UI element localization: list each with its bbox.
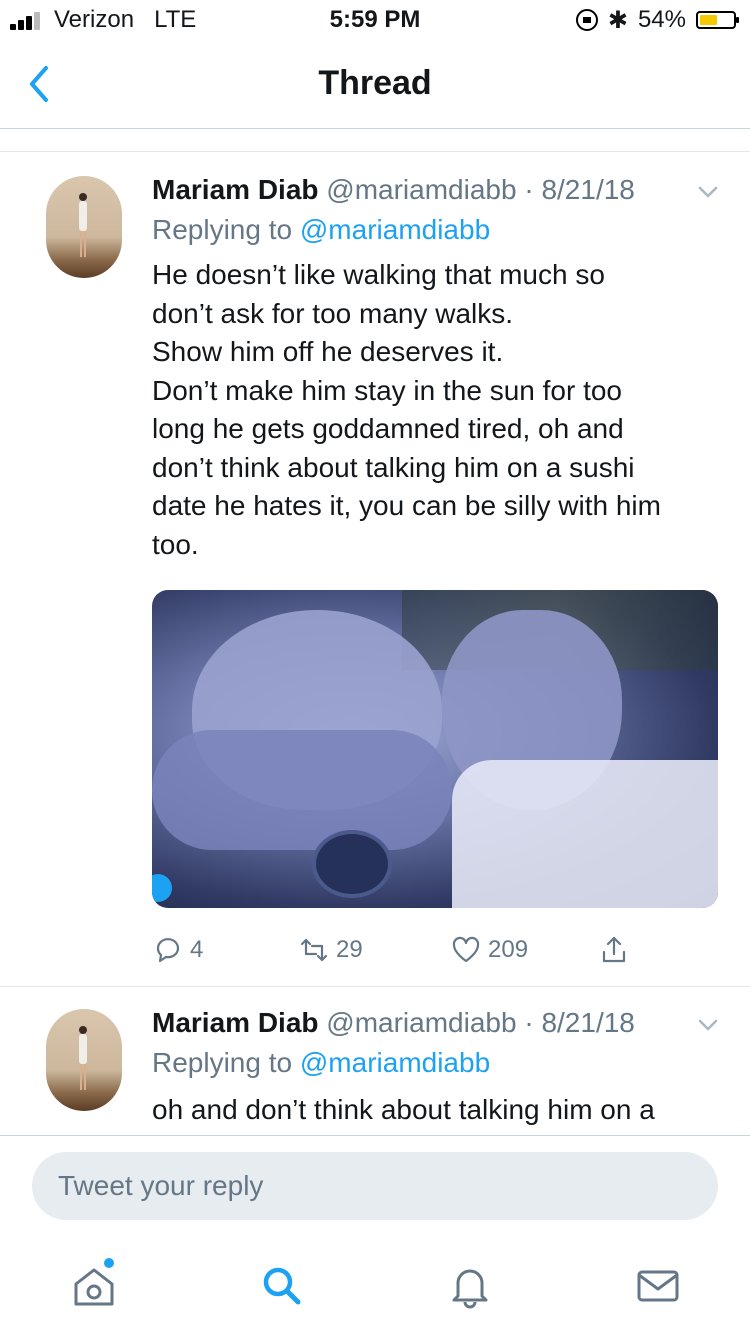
replying-label: Replying to: [152, 1047, 293, 1078]
share-button[interactable]: [598, 930, 630, 970]
photo-badge: [152, 874, 172, 902]
tweet-actions: 4 29 209: [152, 930, 652, 970]
status-right: ✱ 54%: [575, 6, 739, 34]
author-name[interactable]: Mariam Diab: [152, 174, 319, 205]
navigation-bar: Thread: [0, 44, 750, 129]
reply-bar: [0, 1135, 750, 1236]
author-handle[interactable]: @mariamdiabb: [326, 174, 516, 205]
avatar-figure: [79, 193, 87, 257]
tab-messages[interactable]: [630, 1258, 686, 1314]
tweet-photo[interactable]: [152, 590, 718, 908]
chevron-down-icon[interactable]: [696, 1013, 720, 1037]
reply-icon: [156, 938, 180, 963]
tweet-header: Mariam Diab @mariamdiabb · 8/21/18: [152, 1007, 635, 1039]
reply-count: 4: [190, 936, 204, 963]
tweet[interactable]: Mariam Diab @mariamdiabb · 8/21/18 Reply…: [0, 987, 750, 1135]
home-icon: [74, 1268, 114, 1306]
tweet-header: Mariam Diab @mariamdiabb · 8/21/18: [152, 174, 635, 206]
avatar[interactable]: [46, 1009, 122, 1111]
tab-bar: [0, 1236, 750, 1334]
replying-to: Replying to @mariamdiabb: [152, 214, 490, 246]
author-name[interactable]: Mariam Diab: [152, 1007, 319, 1038]
tweet-text: He doesn’t like walking that much so don…: [152, 259, 661, 560]
retweet-button[interactable]: 29: [298, 930, 363, 970]
tab-notifications[interactable]: [442, 1258, 498, 1314]
reply-input[interactable]: [32, 1152, 718, 1220]
tweet-text: oh and don’t think about talking him on …: [152, 1094, 655, 1125]
retweet-count: 29: [336, 936, 363, 963]
bell-icon: [452, 1269, 488, 1309]
heart-icon: [452, 936, 480, 963]
tweet[interactable]: Mariam Diab @mariamdiabb · 8/21/18 Reply…: [0, 152, 750, 986]
meta-separator: ·: [516, 1007, 542, 1038]
reply-button[interactable]: 4: [152, 930, 203, 970]
author-handle[interactable]: @mariamdiabb: [326, 1007, 516, 1038]
replying-handle[interactable]: @mariamdiabb: [300, 214, 490, 245]
battery-percent: 54%: [637, 6, 686, 33]
photo-shirt: [452, 760, 718, 908]
chevron-down-icon[interactable]: [696, 180, 720, 204]
envelope-icon: [637, 1270, 679, 1302]
orientation-lock-icon: [575, 9, 598, 31]
tab-home[interactable]: [66, 1258, 122, 1314]
search-icon: [263, 1267, 301, 1305]
retweet-icon: [300, 938, 328, 962]
photo-arm: [152, 730, 452, 850]
replying-handle[interactable]: @mariamdiabb: [300, 1047, 490, 1078]
bluetooth-icon: ✱: [607, 6, 628, 34]
thread-gap: [0, 129, 750, 152]
replying-to: Replying to @mariamdiabb: [152, 1047, 490, 1079]
like-count: 209: [488, 936, 529, 963]
tab-search[interactable]: [254, 1258, 310, 1314]
replying-label: Replying to: [152, 214, 293, 245]
home-notification-dot: [104, 1258, 114, 1268]
tweet-date: 8/21/18: [541, 174, 635, 205]
share-icon: [602, 936, 626, 963]
page-title: Thread: [318, 64, 432, 102]
meta-separator: ·: [516, 174, 542, 205]
avatar-figure: [79, 1026, 87, 1090]
battery-icon: [696, 11, 739, 29]
like-button[interactable]: 209: [450, 930, 528, 970]
photo-watch: [312, 830, 392, 898]
status-bar: Verizon LTE 5:59 PM ✱ 54%: [0, 0, 750, 40]
tweet-date: 8/21/18: [541, 1007, 635, 1038]
avatar[interactable]: [46, 176, 122, 278]
